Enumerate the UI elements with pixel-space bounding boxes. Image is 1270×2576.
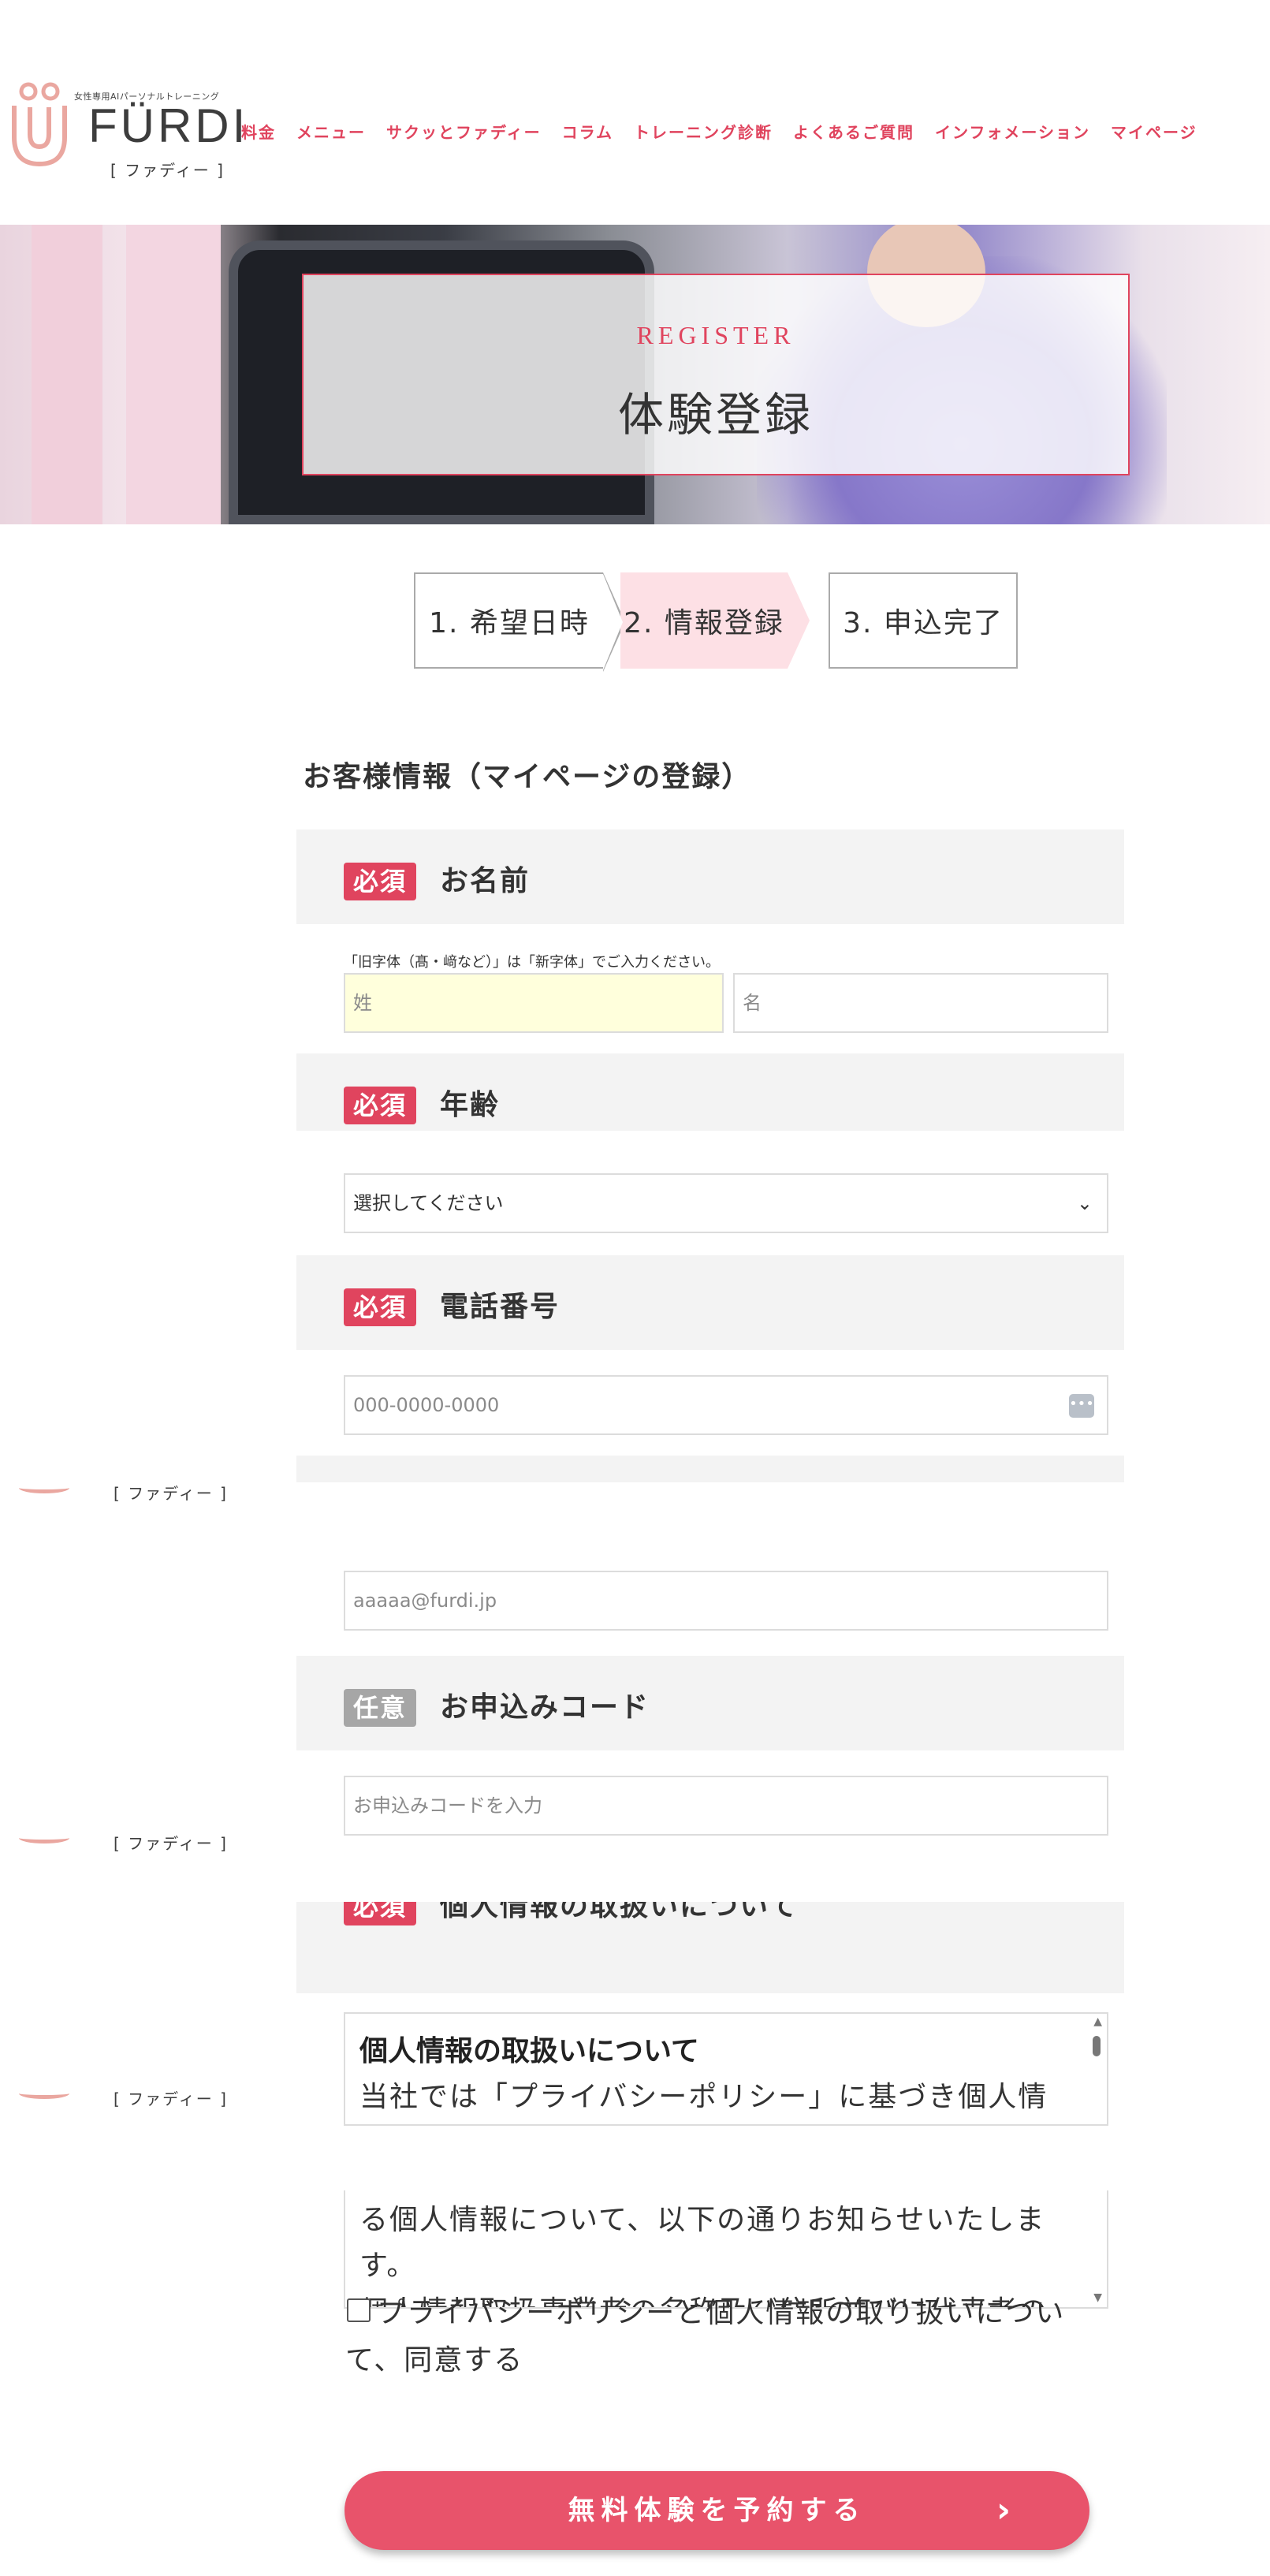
age-select-value: 選択してください [353,1192,504,1214]
required-badge: 必須 [344,1902,416,1925]
field-label-code: お申込みコード [440,1691,650,1724]
optional-badge: 任意 [344,1689,416,1727]
nav-item-information[interactable]: インフォメーション [935,120,1090,143]
step-datetime: 1. 希望日時 [414,572,625,672]
scroll-up-icon[interactable]: ▲ [1093,2015,1102,2028]
section-title: お客様情報（マイページの登録） [303,761,752,793]
step-info-active: 2. 情報登録 [620,572,810,669]
required-badge: 必須 [344,1288,416,1326]
main-nav: 料金 メニュー サクッとファディー コラム トレーニング診断 よくあるご質問 イ… [241,120,1218,143]
nav-item-sakutto[interactable]: サクッとファディー [386,120,542,143]
field-label-privacy: 個人情報の取扱いについて [440,1902,799,1922]
first-name-input[interactable]: 名 [733,973,1108,1033]
required-badge: 必須 [344,1087,416,1124]
nav-item-mypage[interactable]: マイページ [1111,120,1197,143]
field-body-email: aaaaa@furdi.jp [296,1547,1124,1651]
chevron-right-icon: › [996,2490,1017,2530]
phone-input[interactable]: 000-0000-0000 ••• [344,1375,1108,1435]
privacy-text-line: す。 [359,2250,417,2282]
application-code-input[interactable]: お申込みコードを入力 [344,1776,1108,1836]
logo-mark-icon [19,1832,69,1843]
email-input[interactable]: aaaaa@furdi.jp [344,1571,1108,1631]
submit-label: 無料体験を予約する [568,2495,866,2526]
hero-title-en: REGISTER [636,321,795,349]
field-header-email [296,1456,1124,1482]
logo-subtitle: [ ファディー ] [114,1834,228,1853]
scrollbar-thumb[interactable] [1093,2036,1101,2056]
chevron-down-icon: ⌄ [1076,1192,1093,1214]
field-body-phone: 000-0000-0000 ••• [296,1350,1124,1456]
privacy-text-line: 当社では「プライバシーポリシー」に基づき個人情 [359,2081,1048,2113]
logo-mark-icon [19,1482,69,1493]
privacy-agree-label: プライバシーポリシーと個人情報の取り扱いについ [377,2297,1066,2329]
logo-subtitle: [ ファディー ] [114,2090,228,2108]
name-hint: 「旧字体（髙・﨑など）」は「新字体」でご入力ください。 [344,954,720,971]
hero-curtain [126,225,221,524]
logo-mark-icon [19,2088,69,2099]
privacy-text-line: る個人情報について、以下の通りお知らせいたしま [359,2204,1046,2236]
hero-curtain [32,225,102,524]
site-header: 女性専用AIパーソナルトレーニング FÜRDI [ ファディー ] 料金 メニュ… [0,0,1270,225]
privacy-box-title: 個人情報の取扱いについて [359,2035,699,2067]
nav-item-faq[interactable]: よくあるご質問 [793,120,914,143]
furdi-logo[interactable]: 女性専用AIパーソナルトレーニング FÜRDI [ ファディー ] [9,82,245,185]
age-select[interactable]: 選択してください ⌄ [344,1173,1108,1233]
nav-item-diagnosis[interactable]: トレーニング診断 [634,120,773,143]
privacy-agree-checkbox[interactable] [347,2298,371,2322]
privacy-agree-label-line2: て、同意する [345,2344,524,2377]
field-label-age: 年齢 [440,1089,501,1121]
field-header-age: 必須 年齢 [296,1053,1124,1131]
floating-logo-fragment: [ ファディー ] [0,1476,226,1508]
logo-subtitle: [ ファディー ] [114,1484,228,1503]
field-body-code: お申込みコードを入力 [296,1750,1124,1836]
logo-wordmark: FÜRDI [88,99,249,152]
field-label-name: お名前 [440,865,531,897]
hero-banner: REGISTER 体験登録 [0,225,1270,524]
field-header-phone: 必須 電話番号 [296,1255,1124,1350]
privacy-policy-textbox[interactable]: 個人情報の取扱いについて 当社では「プライバシーポリシー」に基づき個人情 ▲ [344,2012,1108,2126]
page-title: 体験登録 [617,388,814,442]
field-header-code: 任意 お申込みコード [296,1656,1124,1750]
floating-logo-fragment: [ ファディー ] [0,1826,226,1858]
required-badge: 必須 [344,863,416,900]
reserve-free-trial-button[interactable]: 無料体験を予約する › [345,2471,1089,2550]
scroll-down-icon[interactable]: ▼ [1093,2291,1102,2304]
field-header-name: 必須 お名前 [296,829,1124,924]
field-header-privacy: 必須 個人情報の取扱いについて [296,1902,1124,1993]
nav-item-menu[interactable]: メニュー [296,120,366,143]
step-complete: 3. 申込完了 [829,572,1018,669]
password-manager-icon[interactable]: ••• [1069,1394,1094,1418]
last-name-input[interactable]: 姓 [344,973,724,1033]
logo-subtitle: [ ファディー ] [110,161,225,180]
hero-title-box: REGISTER 体験登録 [302,274,1130,475]
privacy-agree-checkbox-row[interactable]: プライバシーポリシーと個人情報の取り扱いについ [347,2290,1065,2331]
nav-item-column[interactable]: コラム [562,120,613,143]
floating-logo-fragment: [ ファディー ] [0,2082,226,2113]
nav-item-pricing[interactable]: 料金 [241,120,276,143]
logo-mark-icon [12,82,67,167]
phone-placeholder: 000-0000-0000 [353,1394,500,1416]
field-label-phone: 電話番号 [440,1291,561,1323]
